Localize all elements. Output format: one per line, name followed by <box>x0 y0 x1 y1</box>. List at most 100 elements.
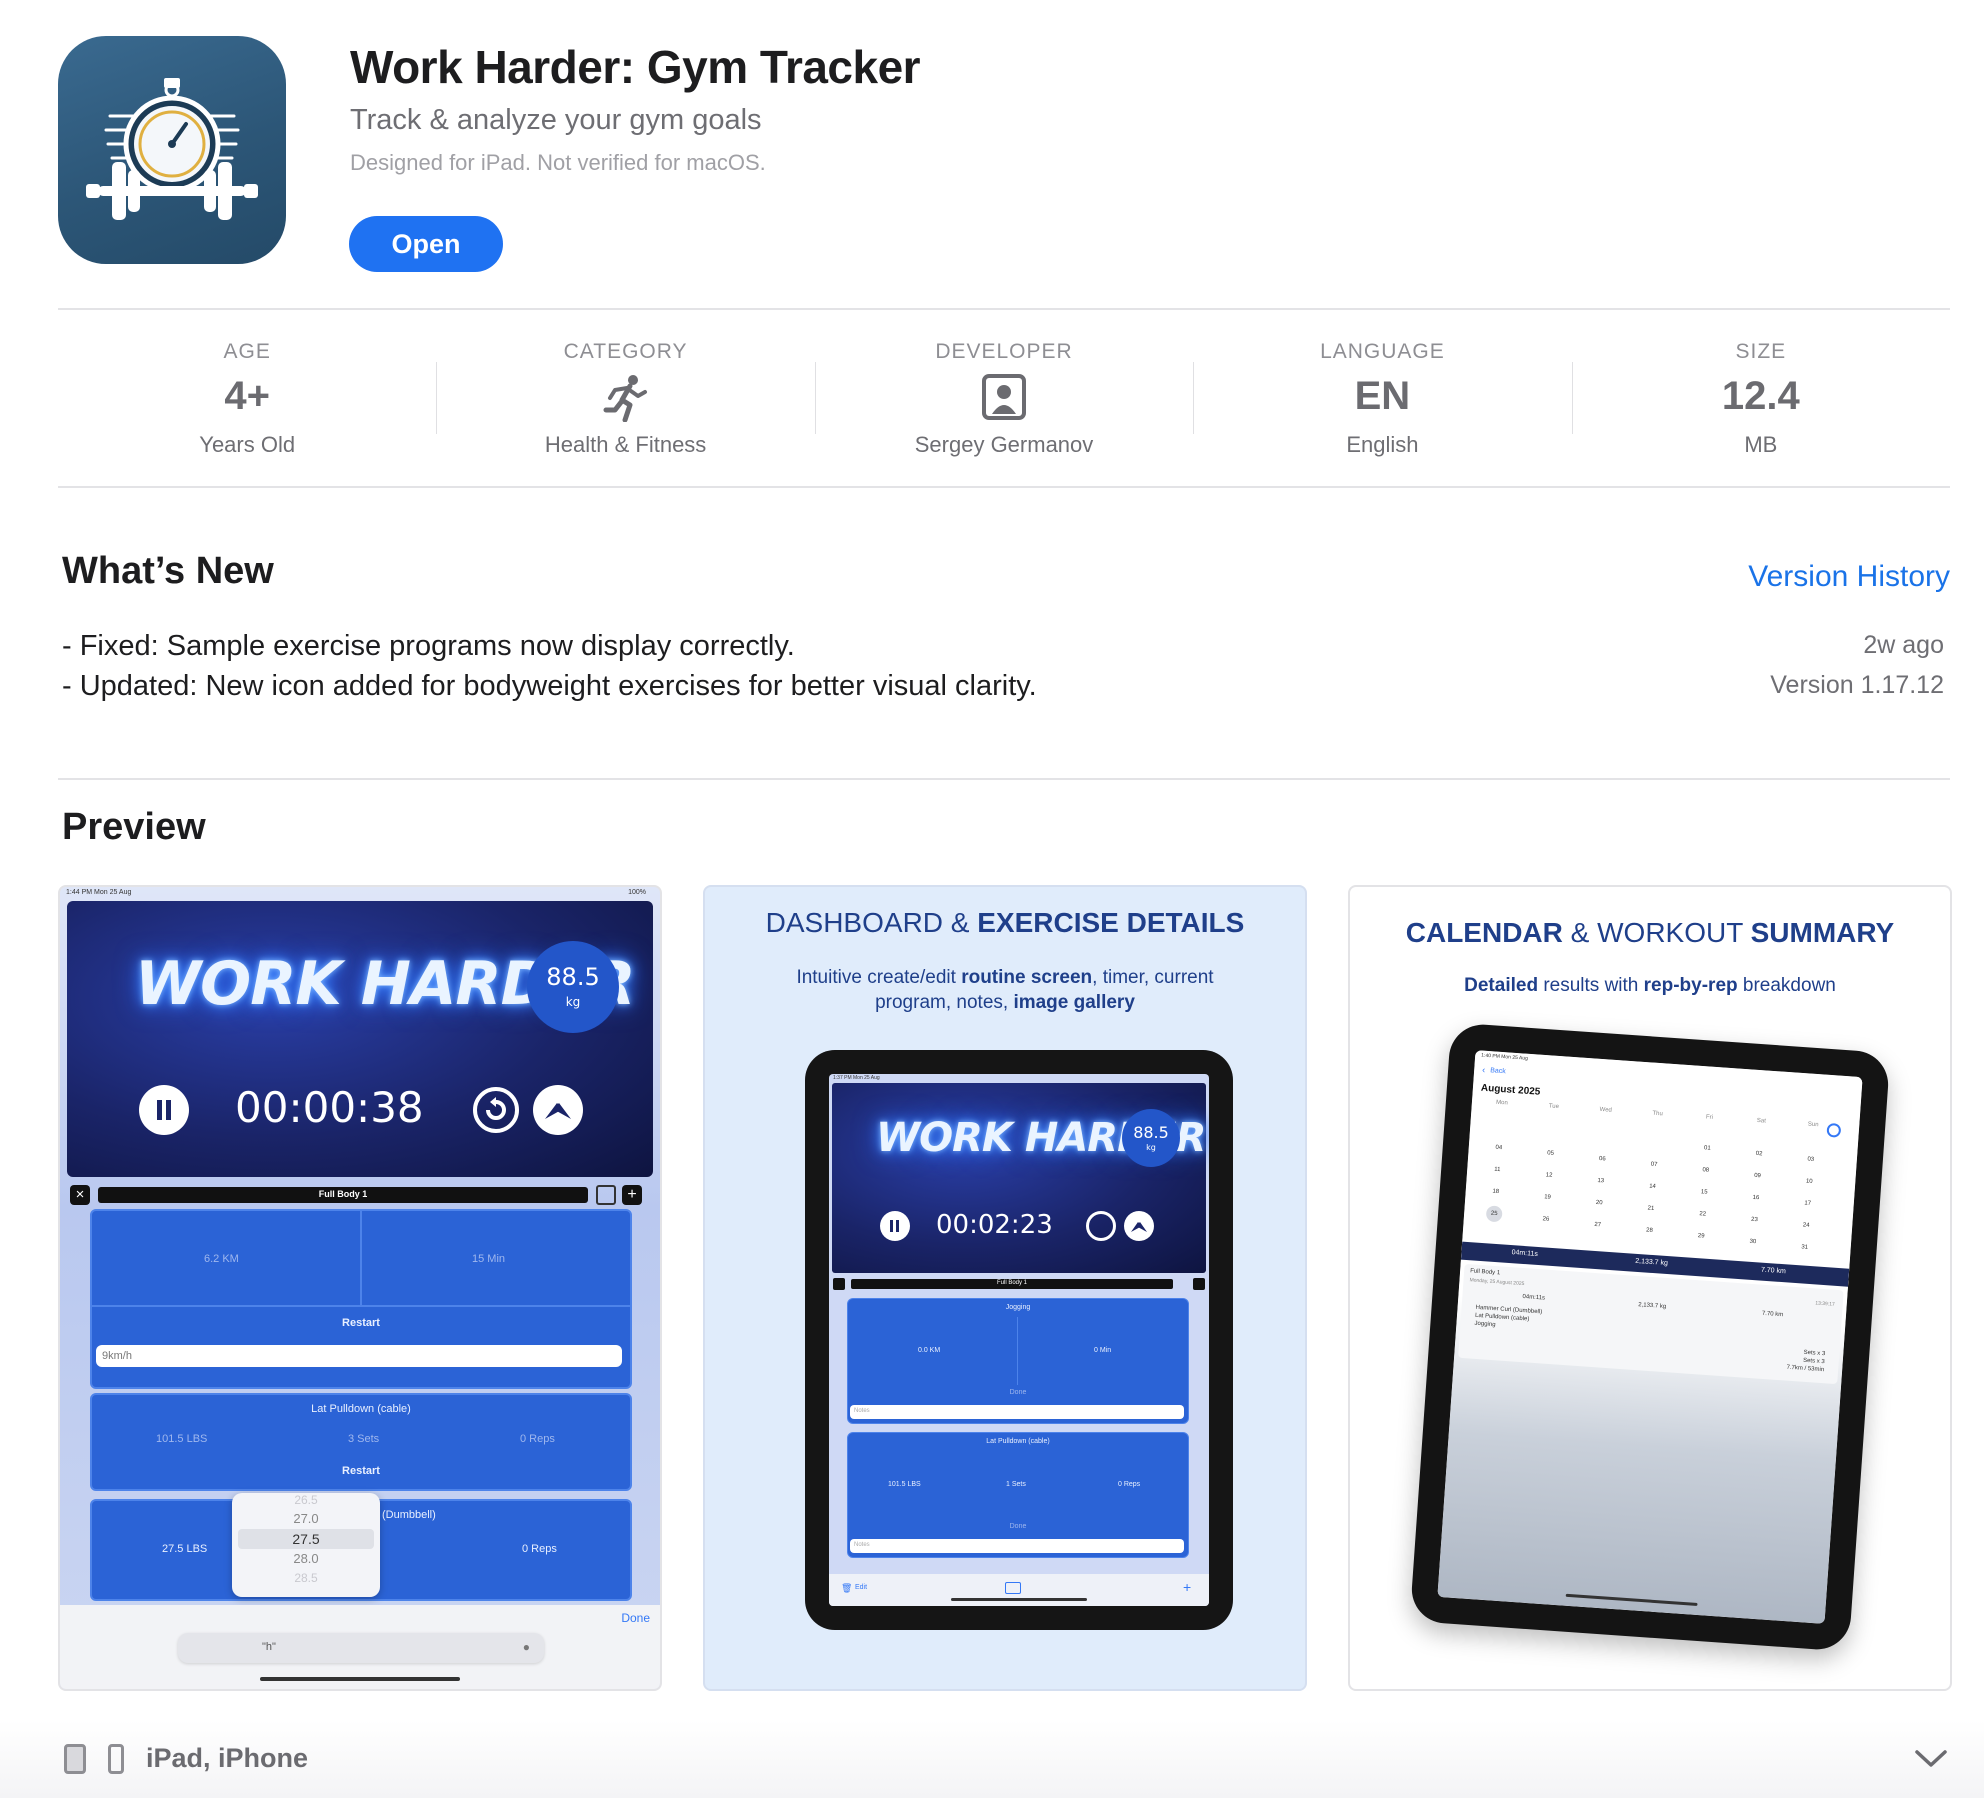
trash-icon[interactable]: 🗑 <box>841 1583 852 1594</box>
back-button[interactable]: Back <box>1490 1067 1506 1075</box>
exercise-card-lat-pulldown[interactable]: Lat Pulldown (cable) 101.5 LBS 3 Sets 0 … <box>90 1393 632 1491</box>
info-label: DEVELOPER <box>935 340 1073 363</box>
open-button[interactable]: Open <box>349 216 503 272</box>
pause-icon[interactable] <box>880 1211 910 1241</box>
stat-duration: 04m:11s <box>1522 1294 1546 1302</box>
calendar-day[interactable]: 29 <box>1693 1228 1710 1245</box>
calendar-day[interactable]: 12 <box>1540 1167 1557 1184</box>
calendar-day[interactable]: 11 <box>1489 1161 1506 1178</box>
calendar-day[interactable]: 20 <box>1591 1195 1608 1212</box>
done-button[interactable]: Done <box>621 1611 650 1625</box>
calendar-day[interactable]: 03 <box>1802 1151 1819 1168</box>
calendar-day[interactable]: 15 <box>1696 1184 1713 1201</box>
info-sub: MB <box>1744 432 1778 457</box>
close-icon[interactable] <box>833 1278 845 1290</box>
edit-list-icon[interactable] <box>596 1185 616 1205</box>
calendar-day[interactable]: 23 <box>1746 1211 1763 1228</box>
calendar-day[interactable]: 22 <box>1694 1206 1711 1223</box>
sets-value: 3 Sets <box>348 1433 380 1445</box>
minutes-value: 15 Min <box>472 1253 506 1265</box>
calendar-day[interactable]: 28 <box>1641 1222 1658 1239</box>
pause-bar <box>890 1220 893 1232</box>
preview-screenshot-2[interactable]: DASHBOARD & EXERCISE DETAILS Intuitive c… <box>703 885 1307 1691</box>
calendar-day[interactable]: 06 <box>1594 1151 1611 1168</box>
calendar-day[interactable]: 31 <box>1796 1239 1813 1256</box>
calendar-day[interactable]: 24 <box>1798 1217 1815 1234</box>
restart-button[interactable]: Restart <box>92 1465 630 1477</box>
calendar-day[interactable]: 27 <box>1589 1217 1606 1234</box>
calendar-day[interactable]: 21 <box>1642 1200 1659 1217</box>
info-strip: AGE 4+ Years Old CATEGORY Health & Fitne… <box>58 310 1950 486</box>
done-button[interactable]: Done <box>848 1523 1188 1530</box>
reps-value: 0 Reps <box>520 1433 555 1445</box>
calendar-day[interactable]: 10 <box>1801 1173 1818 1190</box>
calendar-day[interactable]: 17 <box>1799 1195 1816 1212</box>
exercise-card-jogging[interactable]: 6.2 KM 15 Min Restart 9km/h <box>90 1209 632 1389</box>
reset-icon[interactable] <box>1086 1211 1116 1241</box>
bottom-toolbar: Edit 🗑 + <box>829 1574 1209 1606</box>
calendar-day-selected[interactable]: 25 <box>1485 1205 1503 1223</box>
program-bar[interactable]: Full Body 1 <box>851 1279 1173 1289</box>
row-divider <box>92 1305 630 1307</box>
chevron-down-icon[interactable] <box>1914 1748 1948 1775</box>
pause-icon[interactable] <box>139 1085 189 1135</box>
microphone-icon[interactable]: ● <box>523 1640 530 1654</box>
stat-weight: 2,133.7 kg <box>1635 1257 1669 1268</box>
done-button[interactable]: Done <box>848 1389 1188 1396</box>
exercise-name: (Dumbbell) <box>382 1509 436 1521</box>
sets-summary: 7.7km / 53min <box>1786 1364 1825 1374</box>
version-history-link[interactable]: Version History <box>1748 560 1950 594</box>
info-sub: English <box>1346 432 1419 457</box>
calendar-day[interactable]: 14 <box>1644 1178 1661 1195</box>
restart-button[interactable]: Restart <box>92 1317 630 1329</box>
weight-unit: kg <box>1146 1143 1156 1152</box>
gallery-icon[interactable] <box>1005 1582 1021 1594</box>
notes-input[interactable]: Notes <box>850 1405 1184 1419</box>
reset-icon[interactable] <box>471 1085 521 1135</box>
keyboard-suggestion[interactable]: "h" <box>262 1641 276 1653</box>
calendar-day[interactable]: 05 <box>1542 1145 1559 1162</box>
calendar-day[interactable]: 18 <box>1487 1183 1504 1200</box>
version-number: Version 1.17.12 <box>1770 671 1944 699</box>
notes-input[interactable]: Notes <box>850 1539 1184 1553</box>
calendar-day[interactable]: 26 <box>1537 1211 1554 1228</box>
workout-timer: 00:02:23 <box>936 1210 1053 1240</box>
keyboard-bar[interactable]: "h" ● <box>178 1633 544 1663</box>
calendar-day[interactable]: 13 <box>1592 1173 1609 1190</box>
close-icon[interactable]: × <box>70 1185 90 1205</box>
edit-button[interactable]: Edit <box>855 1584 867 1591</box>
finish-flags-icon[interactable] <box>533 1085 583 1135</box>
calendar-day[interactable]: 19 <box>1539 1189 1556 1206</box>
calendar-day[interactable]: 01 <box>1699 1140 1716 1157</box>
picker-option: 27.0 <box>293 1511 319 1526</box>
release-note: - Updated: New icon added for bodyweight… <box>62 670 1037 702</box>
calendar-day[interactable]: 09 <box>1749 1168 1766 1185</box>
iphone-icon <box>108 1744 124 1774</box>
heading-part: EXERCISE DETAILS <box>977 907 1245 938</box>
calendar-day[interactable]: 30 <box>1744 1233 1761 1250</box>
promo-description: Intuitive create/edit routine screen, ti… <box>775 965 1235 1015</box>
weight-badge: 88.5 kg <box>1122 1109 1180 1167</box>
add-icon[interactable] <box>1193 1278 1205 1290</box>
add-icon[interactable]: + <box>1183 1579 1191 1595</box>
calendar-day[interactable]: 07 <box>1645 1156 1662 1173</box>
finish-flags-icon[interactable] <box>1124 1211 1154 1241</box>
info-category[interactable]: CATEGORY Health & Fitness <box>436 310 814 486</box>
info-label: AGE <box>223 340 271 363</box>
calendar-day[interactable]: 08 <box>1697 1162 1714 1179</box>
program-bar[interactable]: Full Body 1 <box>98 1187 588 1203</box>
exercise-card-lat-pulldown[interactable]: Lat Pulldown (cable) 101.5 LBS 1 Sets 0 … <box>847 1432 1189 1558</box>
exercise-card-jogging[interactable]: Jogging 0.0 KM 0 Min Done Notes <box>847 1298 1189 1424</box>
preview-screenshot-1[interactable]: 1:44 PM Mon 25 Aug 100% WORK HARDER 88.5… <box>58 885 662 1691</box>
add-icon[interactable]: + <box>622 1185 642 1205</box>
calendar-day[interactable]: 04 <box>1490 1139 1507 1156</box>
note-input[interactable]: 9km/h <box>96 1345 622 1367</box>
weight-picker[interactable]: 26.5 27.0 27.5 28.0 28.5 <box>232 1493 380 1597</box>
calendar-day[interactable]: 16 <box>1747 1190 1764 1207</box>
ipad-icon <box>64 1744 86 1774</box>
ipad-tilted: 1:40 PM Mon 25 Aug Back ‹ August 2025 Mo… <box>1409 1022 1891 1652</box>
preview-screenshot-3[interactable]: CALENDAR & WORKOUT SUMMARY Detailed resu… <box>1348 885 1952 1691</box>
workout-date: Monday, 25 August 2025 <box>1469 1277 1525 1288</box>
calendar-day[interactable]: 02 <box>1750 1146 1767 1163</box>
info-developer[interactable]: DEVELOPER Sergey Germanov <box>814 310 1193 486</box>
